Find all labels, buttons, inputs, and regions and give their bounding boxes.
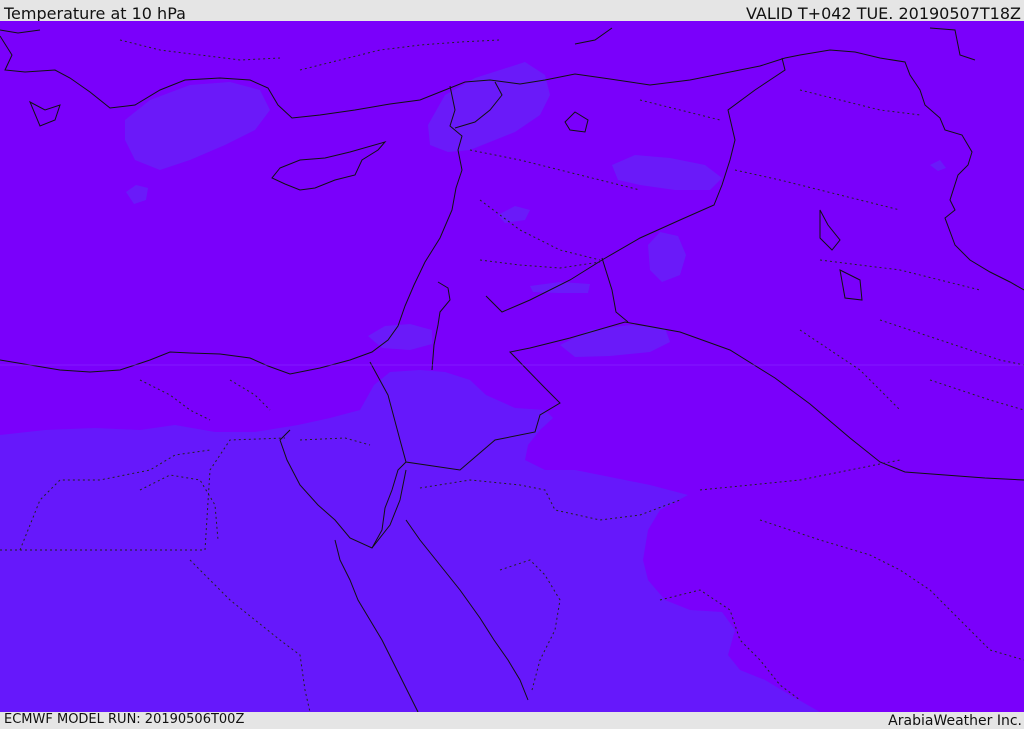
map-footer: ECMWF MODEL RUN: 20190506T00Z ArabiaWeat…	[0, 712, 1024, 729]
credit-text: ArabiaWeather Inc.	[888, 713, 1022, 729]
map-svg	[0, 21, 1024, 712]
weather-map-page: Temperature at 10 hPa VALID T+042 TUE. 2…	[0, 0, 1024, 729]
map-header: Temperature at 10 hPa VALID T+042 TUE. 2…	[0, 0, 1024, 23]
model-run: ECMWF MODEL RUN: 20190506T00Z	[4, 712, 245, 727]
temperature-map	[0, 21, 1024, 712]
